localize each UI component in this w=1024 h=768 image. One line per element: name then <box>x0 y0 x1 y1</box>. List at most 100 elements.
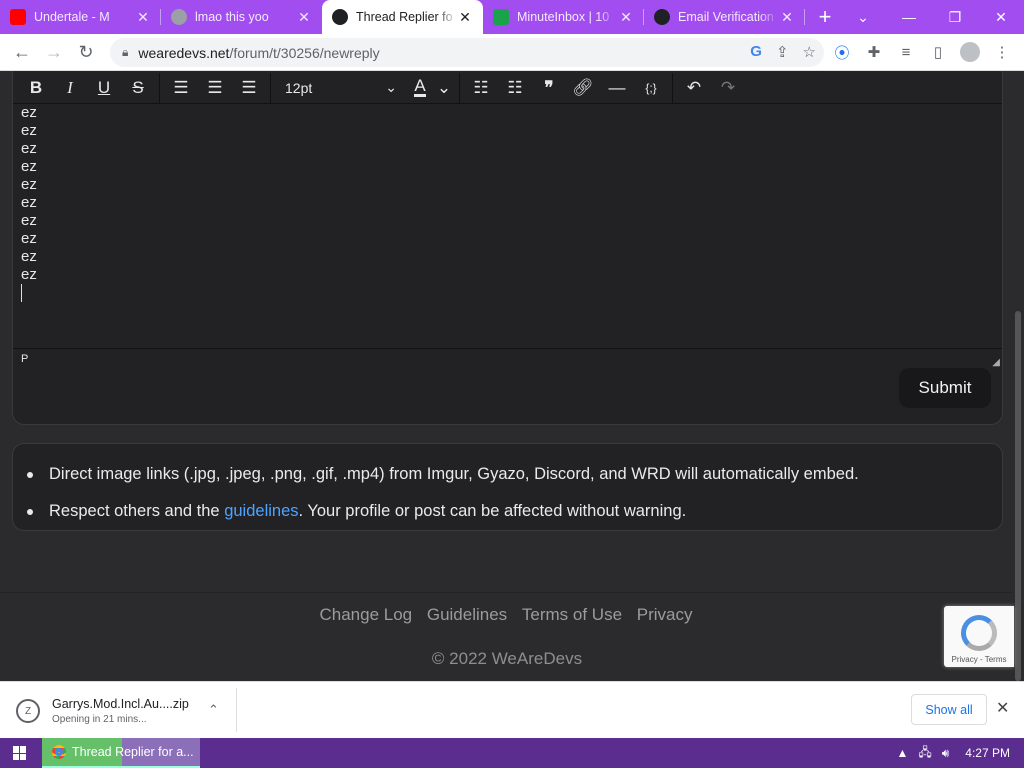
chrome-icon <box>52 745 66 759</box>
footer-link-terms[interactable]: Terms of Use <box>522 605 622 624</box>
tab-thread-replier[interactable]: Thread Replier fo ✕ <box>322 0 483 34</box>
content-line: ez <box>21 122 37 139</box>
numbered-list-button[interactable]: ☷ <box>498 73 532 103</box>
scrollbar-thumb[interactable] <box>1015 311 1021 681</box>
extension-icon[interactable]: ⦿ <box>828 38 856 66</box>
list-item: Direct image links (.jpg, .jpeg, .png, .… <box>27 456 1002 493</box>
tray-overflow-icon[interactable]: ▲ <box>896 746 908 760</box>
editor-content[interactable]: ez ez ez ez ez ez ez ez ez ez <box>21 104 991 347</box>
reload-button[interactable]: ↻ <box>70 36 102 68</box>
new-tab-button[interactable]: + <box>805 0 845 34</box>
chevron-down-icon[interactable]: ⌄ <box>433 73 455 103</box>
tab-minuteinbox[interactable]: MinuteInbox | 10 ✕ <box>483 0 644 34</box>
forward-button[interactable]: → <box>38 36 70 68</box>
profile-avatar[interactable] <box>956 38 984 66</box>
globe-icon <box>171 9 187 25</box>
site-footer: Change Log Guidelines Terms of Use Priva… <box>0 592 1012 681</box>
window-controls: ⌄ — ❐ ✕ <box>840 0 1024 34</box>
close-icon[interactable]: ✕ <box>996 698 1009 718</box>
footer-link-privacy[interactable]: Privacy <box>637 605 693 624</box>
show-all-button[interactable]: Show all <box>911 694 987 725</box>
tab-search-icon[interactable]: ⌄ <box>840 0 886 34</box>
bullet-icon <box>27 471 33 478</box>
note-text: Respect others and the <box>49 502 225 520</box>
tab-email-verification[interactable]: Email Verification ✕ <box>644 0 805 34</box>
menu-kebab-icon[interactable]: ⋮ <box>988 38 1016 66</box>
taskbar-chrome-app[interactable]: Thread Replier for a... <box>42 738 200 768</box>
windows-logo-icon <box>13 746 27 760</box>
quote-button[interactable]: ❞ <box>532 73 566 103</box>
redo-button[interactable]: ↷ <box>711 73 745 103</box>
content-line: ez <box>21 230 37 247</box>
recaptcha-badge[interactable]: Privacy - Terms <box>944 606 1014 667</box>
close-icon[interactable]: ✕ <box>618 9 634 25</box>
google-translate-icon[interactable]: G <box>750 43 762 61</box>
network-icon[interactable]: 🖧︎ <box>918 743 931 764</box>
back-button[interactable]: ← <box>6 36 38 68</box>
download-item[interactable]: Z Garrys.Mod.Incl.Au....zip Opening in 2… <box>10 690 236 732</box>
url-host: wearedevs.net <box>138 44 230 61</box>
volume-icon[interactable]: 🔊︎ <box>942 746 950 761</box>
page-scrollbar[interactable] <box>1012 71 1024 681</box>
bullet-icon <box>27 508 33 515</box>
close-icon[interactable]: ✕ <box>779 9 795 25</box>
content-line: ez <box>21 266 37 283</box>
underline-button[interactable]: U <box>87 73 121 103</box>
footer-link-guidelines[interactable]: Guidelines <box>427 605 507 624</box>
wrd-icon <box>654 9 670 25</box>
close-window-button[interactable]: ✕ <box>978 0 1024 34</box>
code-block-button[interactable]: {;} <box>634 73 668 103</box>
lock-icon[interactable]: 🔒︎ <box>122 45 128 60</box>
italic-button[interactable]: I <box>53 73 87 103</box>
tab-strip: Undertale - M ✕ lmao this yoo ✕ Thread R… <box>0 0 1024 34</box>
page-viewport: B I U S ☰ ☰ ☰ 12pt ⌄ A ⌄ ☷ ☷ ❞ 🔗︎ — {;} … <box>0 71 1012 681</box>
toolbar-divider <box>459 72 460 103</box>
bookmark-star-icon[interactable]: ☆ <box>803 43 816 61</box>
tab-lmao[interactable]: lmao this yoo ✕ <box>161 0 322 34</box>
zip-file-icon: Z <box>16 699 40 723</box>
text-color-button[interactable]: A <box>407 73 433 103</box>
copyright: © 2022 WeAreDevs <box>431 649 583 668</box>
close-icon[interactable]: ✕ <box>296 9 312 25</box>
tab-title: Thread Replier fo <box>356 10 453 24</box>
recaptcha-links[interactable]: Privacy - Terms <box>952 655 1007 664</box>
media-queue-icon[interactable]: ≡ <box>892 38 920 66</box>
content-line: ez <box>21 194 37 211</box>
tab-undertale[interactable]: Undertale - M ✕ <box>0 0 161 34</box>
content-line: ez <box>21 140 37 157</box>
align-left-button[interactable]: ☰ <box>164 73 198 103</box>
strikethrough-button[interactable]: S <box>121 73 155 103</box>
guidelines-link[interactable]: guidelines <box>224 502 298 520</box>
element-path[interactable]: P <box>21 353 28 365</box>
bullet-list-button[interactable]: ☷ <box>464 73 498 103</box>
windows-taskbar: Thread Replier for a... ▲ 🖧︎ 🔊︎ 4:27 PM <box>0 738 1024 768</box>
footer-link-changelog[interactable]: Change Log <box>319 605 412 624</box>
share-icon[interactable]: ⇪ <box>776 43 789 61</box>
minimize-button[interactable]: — <box>886 0 932 34</box>
font-size-select[interactable]: 12pt ⌄ <box>275 73 407 103</box>
side-panel-icon[interactable]: ▯ <box>924 38 952 66</box>
restore-button[interactable]: ❐ <box>932 0 978 34</box>
system-tray: ▲ 🖧︎ 🔊︎ 4:27 PM <box>896 738 1010 768</box>
align-center-button[interactable]: ☰ <box>198 73 232 103</box>
start-button[interactable] <box>0 738 40 768</box>
youtube-icon <box>10 9 26 25</box>
submit-button[interactable]: Submit <box>899 368 991 408</box>
note-embed: Direct image links (.jpg, .jpeg, .png, .… <box>49 465 859 483</box>
chevron-up-icon[interactable]: ⌃ <box>208 702 219 718</box>
divider <box>236 688 237 732</box>
clock[interactable]: 4:27 PM <box>965 746 1010 760</box>
address-bar[interactable]: 🔒︎ wearedevs.net/forum/t/30256/newreply … <box>110 38 824 67</box>
horizontal-rule-button[interactable]: — <box>600 73 634 103</box>
undo-button[interactable]: ↶ <box>677 73 711 103</box>
link-button[interactable]: 🔗︎ <box>566 73 600 103</box>
bold-button[interactable]: B <box>19 73 53 103</box>
close-icon[interactable]: ✕ <box>135 9 151 25</box>
omnibox-actions: G ⇪ ☆ <box>750 43 816 61</box>
extensions-puzzle-icon[interactable]: ✚ <box>860 38 888 66</box>
tab-title: Email Verification <box>678 10 774 24</box>
close-icon[interactable]: ✕ <box>457 9 473 25</box>
resize-handle-icon[interactable]: ◢ <box>992 357 1000 368</box>
footer-links: Change Log Guidelines Terms of Use Priva… <box>0 605 1012 625</box>
align-right-button[interactable]: ☰ <box>232 73 266 103</box>
